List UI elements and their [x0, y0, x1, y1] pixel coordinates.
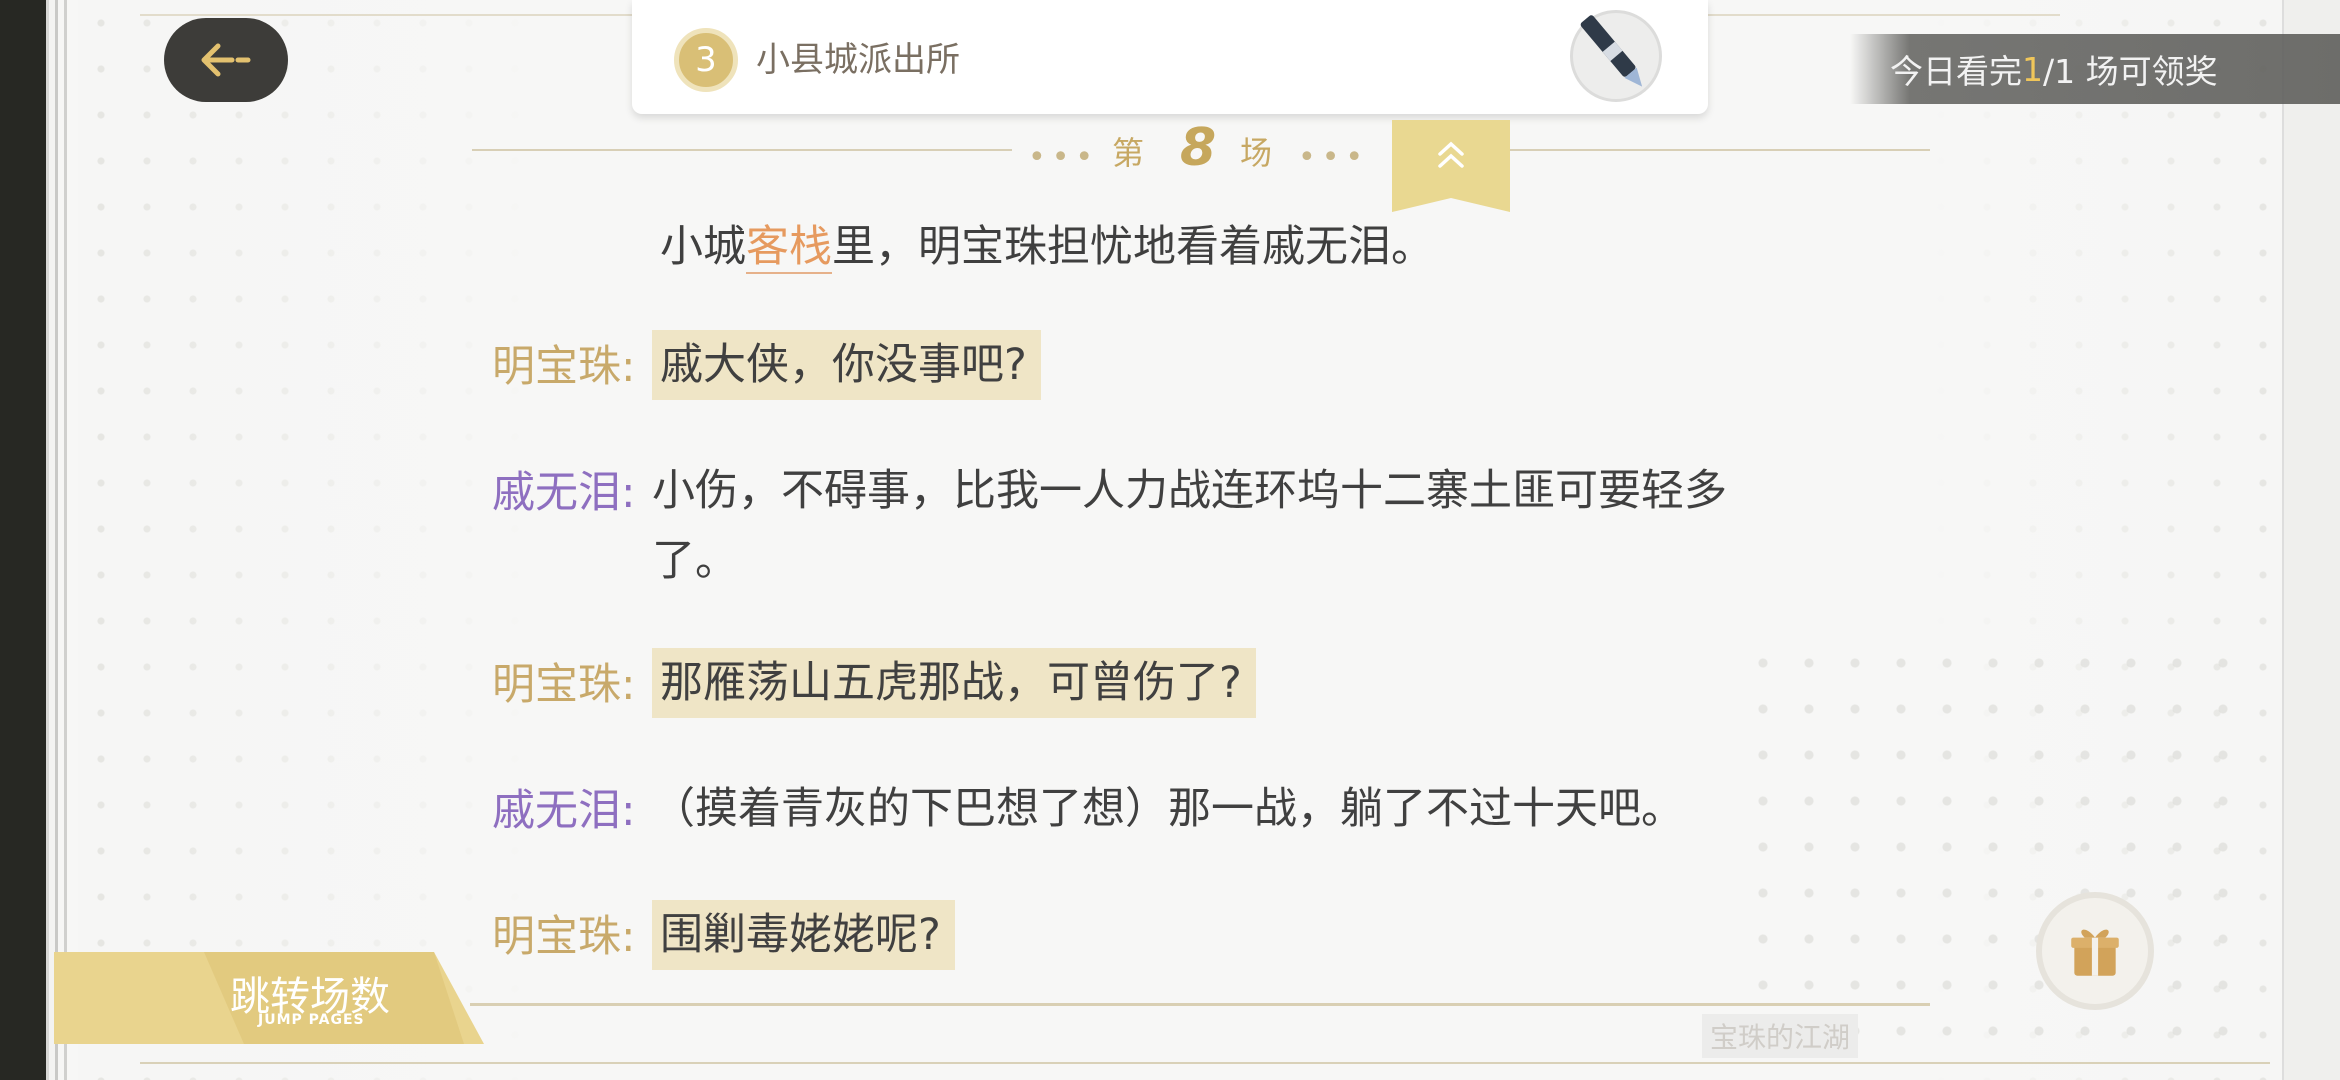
chapter-title: 小县城派出所 — [756, 40, 960, 80]
chapter-card: 3 小县城派出所 — [632, 0, 1708, 114]
dialogue-line: 小伤，不碍事，比我一人力战连环坞十二寨土匪可要轻多 — [652, 466, 1727, 516]
scene-label-before: 第 — [1112, 134, 1145, 172]
reward-banner: 今日看完 1/1 场可领奖 — [1850, 34, 2340, 104]
scene-label-after: 场 — [1240, 134, 1273, 172]
jump-pages-button[interactable]: 跳转场数 JUMP PAGES — [54, 952, 484, 1044]
gift-icon — [2071, 929, 2119, 976]
book-name: 宝珠的江湖 — [1702, 1014, 1859, 1058]
speaker-name: 明宝珠: — [492, 342, 636, 392]
back-arrow-icon — [201, 43, 251, 77]
speaker-name: 明宝珠: — [492, 912, 636, 962]
pen-button[interactable] — [1570, 10, 1662, 102]
scene-number: 8 — [1180, 118, 1217, 178]
speaker-name: 戚无泪: — [492, 786, 636, 836]
jump-pages-sublabel: JUMP PAGES — [258, 1012, 365, 1028]
dialogue-line: 那雁荡山五虎那战，可曾伤了? — [652, 648, 1256, 718]
reward-count: 1 — [2022, 49, 2043, 89]
dialogue-line-cont: 了。 — [652, 536, 738, 586]
right-border — [2282, 0, 2340, 1080]
dialogue-line: 围剿毒姥姥呢? — [652, 900, 955, 970]
chevron-up-double-icon — [1438, 141, 1464, 168]
pen-icon — [1580, 15, 1643, 87]
gift-button[interactable] — [2036, 892, 2154, 1010]
collapse-button[interactable] — [1392, 120, 1510, 212]
chapter-number-badge: 3 — [674, 28, 738, 92]
dialogue-line: 戚大侠，你没事吧? — [652, 330, 1041, 400]
decorative-stars — [1740, 640, 2260, 1060]
speaker-name: 明宝珠: — [492, 660, 636, 710]
keyword-link[interactable]: 客栈 — [746, 222, 832, 274]
back-button[interactable] — [164, 18, 288, 102]
speaker-name: 戚无泪: — [492, 468, 636, 518]
narration: 小城客栈里，明宝珠担忧地看着戚无泪。 — [660, 222, 1434, 274]
dialogue-line: （摸着青灰的下巴想了想）那一战，躺了不过十天吧。 — [652, 784, 1684, 834]
